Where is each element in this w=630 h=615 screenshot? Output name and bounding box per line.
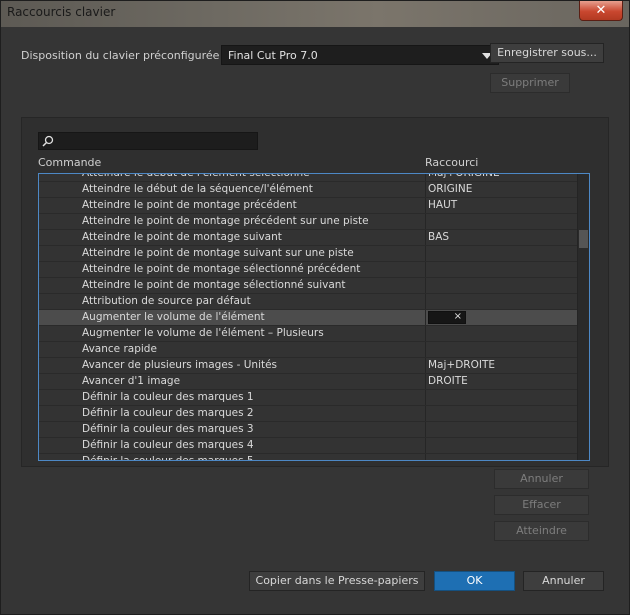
column-header-command[interactable]: Commande [38,156,101,169]
shortcut-cell[interactable]: Maj+DROITE [425,358,577,373]
command-cell: Atteindre le point de montage précédent … [82,215,369,227]
shortcut-edit-field[interactable]: × [428,311,466,324]
shortcut-cell[interactable] [425,406,577,421]
shortcut-rows: Atteindre le début de l'élément sélectio… [39,173,577,461]
shortcut-cell[interactable]: Maj+ORIGINE [425,174,577,181]
command-cell: Atteindre le point de montage précédent [82,199,297,211]
table-row[interactable]: Atteindre le début de l'élément sélectio… [39,173,577,182]
search-input[interactable] [38,132,258,150]
row-cancel-button[interactable]: Annuler [494,469,589,489]
preset-value: Final Cut Pro 7.0 [228,49,318,62]
table-row[interactable]: Avance rapide [39,342,577,358]
keyboard-shortcuts-dialog: Raccourcis clavier ✕ Disposition du clav… [0,0,630,615]
shortcut-cell[interactable]: BAS [425,230,577,245]
command-cell: Avancer de plusieurs images - Unités [82,359,278,371]
command-cell: Atteindre le point de montage sélectionn… [82,263,361,275]
save-as-button[interactable]: Enregistrer sous... [490,43,604,63]
table-row[interactable]: Atteindre le point de montage suivant BAS [39,230,577,246]
table-row[interactable]: Attribution de source par défaut [39,294,577,310]
command-cell: Atteindre le début de la séquence/l'élém… [82,183,313,195]
copy-to-clipboard-button[interactable]: Copier dans le Presse-papiers [249,571,425,591]
row-clear-button[interactable]: Effacer [494,495,589,515]
command-cell: Atteindre le début de l'élément sélectio… [82,173,310,179]
shortcut-cell[interactable] [425,214,577,229]
command-cell: Définir la couleur des marques 3 [82,423,254,435]
command-cell: Augmenter le volume de l'élément [82,311,265,323]
preset-dropdown[interactable]: Final Cut Pro 7.0 [221,45,499,65]
command-cell: Définir la couleur des marques 4 [82,439,254,451]
shortcut-cell[interactable] [425,422,577,437]
table-row[interactable]: Avancer de plusieurs images - Unités Maj+… [39,358,577,374]
shortcut-cell[interactable]: HAUT [425,198,577,213]
shortcut-cell[interactable] [425,454,577,460]
table-row[interactable]: Atteindre le point de montage sélectionn… [39,262,577,278]
table-row[interactable]: Définir la couleur des marques 5 [39,454,577,461]
scrollbar-thumb[interactable] [579,230,588,248]
command-cell: Attribution de source par défaut [82,295,251,307]
delete-button[interactable]: Supprimer [490,73,570,93]
table-row[interactable]: Augmenter le volume de l'élément – Plusi… [39,326,577,342]
command-cell: Définir la couleur des marques 1 [82,391,254,403]
cancel-button[interactable]: Annuler [523,571,604,591]
table-row[interactable]: Augmenter le volume de l'élément × [39,310,577,326]
table-row[interactable]: Définir la couleur des marques 3 [39,422,577,438]
ok-button[interactable]: OK [434,571,515,591]
row-goto-button[interactable]: Atteindre [494,521,589,541]
shortcut-cell[interactable] [425,294,577,309]
shortcut-cell[interactable] [425,438,577,453]
shortcut-cell[interactable]: ORIGINE [425,182,577,197]
table-row[interactable]: Atteindre le point de montage précédent … [39,214,577,230]
column-header-shortcut[interactable]: Raccourci [425,156,478,169]
shortcut-cell[interactable] [425,390,577,405]
shortcut-cell[interactable] [425,246,577,261]
command-cell: Définir la couleur des marques 2 [82,407,254,419]
window-title: Raccourcis clavier [7,5,116,19]
command-cell: Définir la couleur des marques 5 [82,455,254,461]
table-row[interactable]: Définir la couleur des marques 1 [39,390,577,406]
shortcuts-panel: Commande Raccourci Atteindre le début de… [21,117,609,467]
close-button[interactable]: ✕ [579,1,623,21]
table-row[interactable]: Atteindre le point de montage suivant su… [39,246,577,262]
table-row[interactable]: Avancer d'1 image DROITE [39,374,577,390]
command-cell: Avance rapide [82,343,157,355]
shortcut-list[interactable]: Atteindre le début de l'élément sélectio… [38,173,590,461]
command-cell: Atteindre le point de montage suivant [82,231,282,243]
shortcut-cell[interactable] [425,326,577,341]
shortcut-cell[interactable] [425,342,577,357]
table-row[interactable]: Définir la couleur des marques 2 [39,406,577,422]
shortcut-cell[interactable]: DROITE [425,374,577,389]
shortcut-cell[interactable] [425,262,577,277]
scrollbar[interactable] [577,174,589,460]
title-bar[interactable]: Raccourcis clavier ✕ [1,1,629,27]
table-row[interactable]: Atteindre le début de la séquence/l'élém… [39,182,577,198]
command-cell: Atteindre le point de montage suivant su… [82,247,354,259]
command-cell: Avancer d'1 image [82,375,181,387]
preset-label: Disposition du clavier préconfigurée : [21,49,227,62]
shortcut-cell[interactable] [425,278,577,293]
search-icon [42,135,54,147]
table-row[interactable]: Atteindre le point de montage sélectionn… [39,278,577,294]
shortcut-cell[interactable]: × [425,310,577,325]
dialog-body: Disposition du clavier préconfigurée : F… [5,27,625,612]
table-row[interactable]: Définir la couleur des marques 4 [39,438,577,454]
table-row[interactable]: Atteindre le point de montage précédent H… [39,198,577,214]
command-cell: Atteindre le point de montage sélectionn… [82,279,346,291]
command-cell: Augmenter le volume de l'élément – Plusi… [82,327,324,339]
clear-shortcut-icon[interactable]: × [454,311,462,322]
